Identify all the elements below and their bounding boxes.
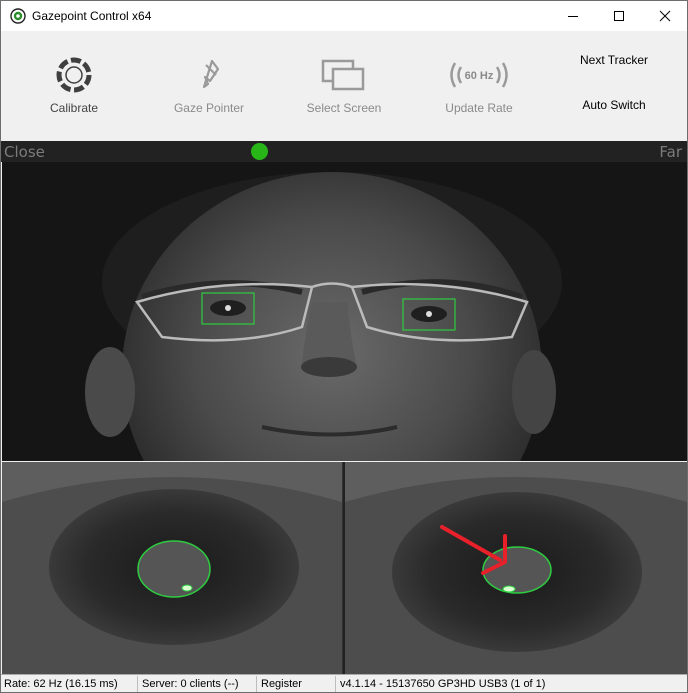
eye-close-up-panels <box>2 462 687 674</box>
maximize-button[interactable] <box>596 1 642 31</box>
window-title: Gazepoint Control x64 <box>32 9 152 23</box>
app-window: Gazepoint Control x64 Calibrate Gaze Poi… <box>0 0 688 693</box>
gazepoint-logo-icon <box>10 8 26 24</box>
update-rate-button[interactable]: 60 Hz Update Rate <box>419 51 539 115</box>
update-rate-icon-text: 60 Hz <box>465 70 494 82</box>
close-icon <box>659 10 671 22</box>
close-label: Close <box>4 143 45 161</box>
left-eye-image <box>2 462 342 674</box>
status-rate: Rate: 62 Hz (16.15 ms) <box>1 676 138 692</box>
face-camera-view <box>2 162 687 461</box>
close-button[interactable] <box>642 1 687 31</box>
cursor-arrow-icon <box>202 59 220 89</box>
distance-indicator: Close Far <box>1 141 687 162</box>
distance-dot <box>251 143 268 160</box>
update-rate-label: Update Rate <box>445 101 513 115</box>
maximize-icon <box>614 11 624 21</box>
gaze-pointer-button[interactable]: Gaze Pointer <box>149 51 269 115</box>
update-rate-icon: 60 Hz <box>450 62 508 88</box>
register-button[interactable]: Register <box>258 676 336 692</box>
far-label: Far <box>659 143 682 161</box>
title-bar[interactable]: Gazepoint Control x64 <box>1 1 687 31</box>
aperture-icon <box>56 57 92 93</box>
gaze-pointer-label: Gaze Pointer <box>173 101 245 115</box>
status-version: v4.1.14 - 15137650 GP3HD USB3 (1 of 1) <box>340 678 546 690</box>
select-screen-button[interactable]: Select Screen <box>284 51 404 115</box>
next-tracker-button[interactable]: Next Tracker <box>561 53 667 67</box>
minimize-button[interactable] <box>550 1 596 31</box>
calibrate-label: Calibrate <box>49 101 99 115</box>
right-eye-view <box>345 462 687 674</box>
calibrate-button[interactable]: Calibrate <box>14 51 134 115</box>
monitors-icon <box>321 59 365 91</box>
status-bar: Rate: 62 Hz (16.15 ms) Server: 0 clients… <box>1 674 687 692</box>
right-eye-image <box>345 462 687 674</box>
face-image <box>2 162 687 461</box>
left-eye-view <box>2 462 342 674</box>
select-screen-label: Select Screen <box>306 101 382 115</box>
auto-switch-button[interactable]: Auto Switch <box>561 98 667 112</box>
toolbar: Calibrate Gaze Pointer Select Screen 60 … <box>1 31 687 141</box>
minimize-icon <box>568 16 578 17</box>
status-server: Server: 0 clients (--) <box>139 676 257 692</box>
